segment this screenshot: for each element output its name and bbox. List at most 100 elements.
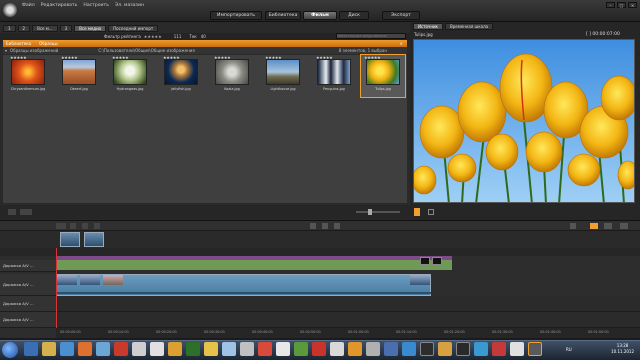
split-icon[interactable] bbox=[94, 223, 100, 229]
language-indicator[interactable]: RU bbox=[566, 347, 572, 352]
minimize-icon[interactable]: – bbox=[606, 2, 615, 8]
tab-source[interactable]: Источник bbox=[413, 23, 443, 30]
close-icon[interactable]: × bbox=[628, 2, 637, 8]
thumbnail-label: Penguins.jpg bbox=[323, 87, 345, 91]
app-icon-5[interactable] bbox=[186, 342, 200, 356]
app-icon-13[interactable] bbox=[330, 342, 344, 356]
library-tab-2[interactable]: 2 bbox=[17, 24, 31, 32]
undo-icon[interactable] bbox=[56, 223, 66, 229]
timeline-view-icon[interactable] bbox=[620, 223, 628, 229]
rating-filter-stars[interactable]: ★★★★★ bbox=[144, 34, 162, 39]
ruler-tick: 00:00:30:00 bbox=[204, 330, 225, 334]
zoom-slider[interactable] bbox=[356, 211, 400, 213]
tab-disc[interactable]: Диск bbox=[339, 11, 369, 20]
tab-timeline-preview[interactable]: Временная шкала bbox=[444, 23, 494, 30]
app-icon-18[interactable] bbox=[420, 342, 434, 356]
close-collection-icon[interactable]: × bbox=[400, 41, 403, 46]
window-controls: – □ × bbox=[606, 2, 637, 8]
track-header-2[interactable]: Дорожка A/V ... bbox=[0, 274, 56, 296]
thumbnail-jellyfish[interactable]: ★★★★★ Jellyfish.jpg bbox=[160, 55, 202, 97]
library-tab-all-media[interactable]: Все медиа bbox=[74, 24, 107, 32]
track-header-1[interactable]: Дорожка A/V ... bbox=[0, 260, 56, 272]
ie-icon[interactable] bbox=[24, 342, 38, 356]
thumbnail-hydrangeas[interactable]: ★★★★★ Hydrangeas.jpg bbox=[109, 55, 151, 97]
app-icon-4[interactable] bbox=[168, 342, 182, 356]
fullscreen-icon[interactable] bbox=[414, 208, 420, 216]
search-input[interactable] bbox=[336, 33, 406, 39]
sort-icon[interactable] bbox=[20, 209, 32, 215]
library-tab-3[interactable]: Все м... bbox=[32, 24, 58, 32]
text-icon[interactable] bbox=[82, 223, 88, 229]
maximize-icon[interactable]: □ bbox=[617, 2, 626, 8]
start-button-icon[interactable] bbox=[2, 342, 18, 358]
app-icon-11[interactable] bbox=[294, 342, 308, 356]
library-tabs: 1 2 Все м... 3 Все медиа Последний импор… bbox=[3, 24, 159, 32]
zoom-slider-handle[interactable] bbox=[368, 209, 372, 215]
firefox-icon[interactable] bbox=[78, 342, 92, 356]
library-tab-4[interactable]: 3 bbox=[59, 24, 73, 32]
video-clip-frame-2 bbox=[80, 275, 100, 285]
tab-movie[interactable]: Фильм bbox=[303, 11, 337, 20]
clock[interactable]: 13:28 10.11.2012 bbox=[611, 343, 634, 355]
track-header-4[interactable]: Дорожка A/V ... bbox=[0, 312, 56, 328]
tab-export[interactable]: Экспорт bbox=[382, 11, 420, 20]
filter-bar: Фильтр рейтинга ★★★★★ 111 Тек 40 bbox=[0, 33, 410, 40]
app-icon-12[interactable] bbox=[312, 342, 326, 356]
app-icon-17[interactable] bbox=[402, 342, 416, 356]
pinnacle-active-icon[interactable] bbox=[528, 342, 542, 356]
skype-icon[interactable] bbox=[96, 342, 110, 356]
collection-sub[interactable]: Образцы bbox=[39, 41, 58, 46]
thumbnail-koala[interactable]: ★★★★★ Koala.jpg bbox=[211, 55, 253, 97]
menu-settings[interactable]: Настроить bbox=[83, 3, 109, 8]
trim-icon[interactable] bbox=[322, 223, 328, 229]
app-icon-22[interactable] bbox=[492, 342, 506, 356]
app-icon-8[interactable] bbox=[240, 342, 254, 356]
storyboard-clip-1[interactable] bbox=[60, 232, 80, 247]
magnet-icon[interactable] bbox=[590, 223, 598, 229]
transition-marker[interactable] bbox=[420, 257, 430, 265]
app-icon-7[interactable] bbox=[222, 342, 236, 356]
app-icon-15[interactable] bbox=[366, 342, 380, 356]
app-icon-1[interactable] bbox=[114, 342, 128, 356]
menu-store[interactable]: Эл. мазазин bbox=[115, 3, 144, 8]
marker-icon[interactable] bbox=[334, 223, 340, 229]
play-icon[interactable] bbox=[570, 223, 576, 229]
library-tab-last-import[interactable]: Последний импорт bbox=[108, 24, 159, 32]
tab-import[interactable]: Импортировать bbox=[210, 11, 262, 20]
app-icon-3[interactable] bbox=[150, 342, 164, 356]
app-icon-14[interactable] bbox=[348, 342, 362, 356]
thumbnail-desert[interactable]: ★★★★★ Desert.jpg bbox=[58, 55, 100, 97]
app-icon-16[interactable] bbox=[384, 342, 398, 356]
thumbnail-chrysanthemum[interactable]: ★★★★★ Chrysanthemum.jpg bbox=[7, 55, 49, 97]
track-header-3[interactable]: Дорожка A/V ... bbox=[0, 296, 56, 312]
cut-icon[interactable] bbox=[70, 223, 76, 229]
transition-marker-2[interactable] bbox=[432, 257, 442, 265]
menu-edit[interactable]: Редактировать bbox=[41, 3, 78, 8]
explorer-icon[interactable] bbox=[42, 342, 56, 356]
thumbnail-tulips[interactable]: ★★★★★ Tulips.jpg bbox=[360, 54, 406, 98]
storyboard-icon[interactable] bbox=[604, 223, 612, 229]
tab-library[interactable]: Библиотека bbox=[265, 11, 301, 20]
thumbnail-label: Tulips.jpg bbox=[375, 87, 391, 91]
app-icon-21[interactable] bbox=[474, 342, 488, 356]
app-icon-2[interactable] bbox=[132, 342, 146, 356]
app-icon-19[interactable] bbox=[438, 342, 452, 356]
app-icon-23[interactable] bbox=[510, 342, 524, 356]
app-icon-6[interactable] bbox=[204, 342, 218, 356]
thumbnail-lighthouse[interactable]: ★★★★★ Lighthouse.jpg bbox=[262, 55, 304, 97]
storyboard-clip-2[interactable] bbox=[84, 232, 104, 247]
thumbnail-penguins[interactable]: ★★★★★ Penguins.jpg bbox=[313, 55, 355, 97]
playhead[interactable] bbox=[56, 248, 57, 338]
delete-icon[interactable] bbox=[310, 223, 316, 229]
library-tab-1[interactable]: 1 bbox=[3, 24, 16, 32]
media-icon[interactable] bbox=[60, 342, 74, 356]
audio-clip[interactable] bbox=[56, 260, 452, 270]
app-icon-20[interactable] bbox=[456, 342, 470, 356]
menu-file[interactable]: Файл bbox=[22, 3, 35, 8]
app-icon-9[interactable] bbox=[258, 342, 272, 356]
view-mode-icon[interactable] bbox=[8, 209, 16, 215]
app-icon-10[interactable] bbox=[276, 342, 290, 356]
thumbnail-label: Hydrangeas.jpg bbox=[116, 87, 144, 91]
pointer-icon[interactable] bbox=[428, 209, 434, 215]
expand-icon[interactable]: ▾ bbox=[5, 48, 7, 53]
